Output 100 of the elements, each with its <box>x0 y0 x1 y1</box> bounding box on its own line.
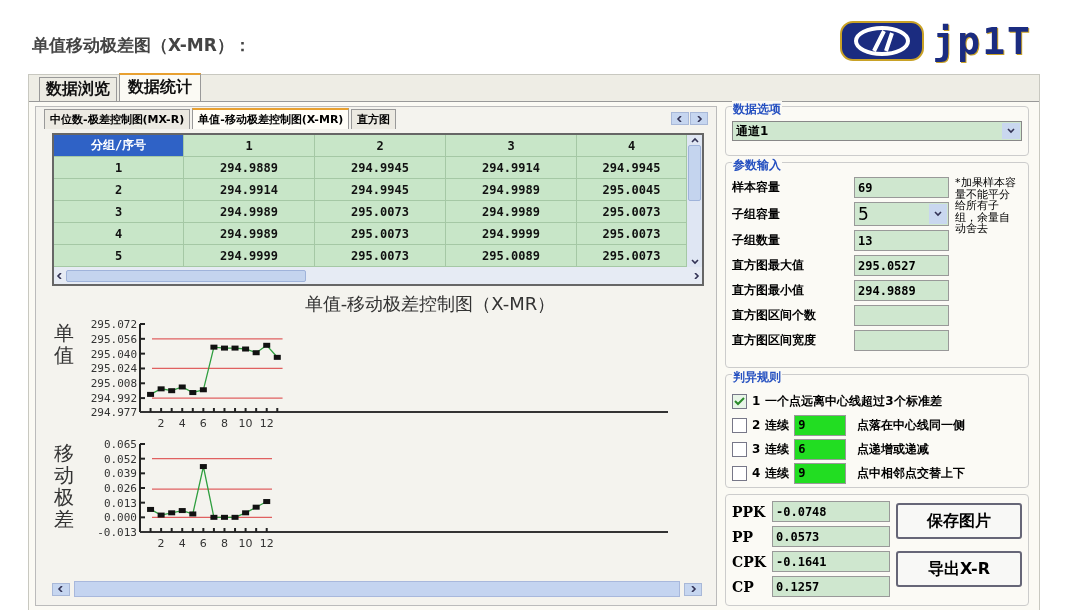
rule-text: 一个点远离中心线超过3个标准差 <box>765 392 942 410</box>
input-field[interactable]: 294.9889 <box>854 280 949 301</box>
field-label: 样本容量 <box>732 179 781 196</box>
index-label: CP <box>732 578 755 595</box>
table-cell: 294.9999 <box>184 245 315 267</box>
column-header: 1 <box>184 135 315 157</box>
tick-label: 2 <box>157 417 165 430</box>
input-field[interactable] <box>854 305 949 326</box>
note-text: *加果样本容量不能平分给所有子组，余量自动舍去 <box>954 177 1017 235</box>
output-field: 0.1257 <box>772 576 890 597</box>
table-cell: 294.9945 <box>315 157 446 179</box>
input-field[interactable]: 9 <box>794 414 847 436</box>
chevron-right-icon <box>695 115 703 122</box>
input-field[interactable]: 69 <box>854 177 949 198</box>
input-field[interactable]: 6 <box>794 438 847 460</box>
table-cell: 1 <box>54 157 184 179</box>
checkbox[interactable] <box>732 393 747 409</box>
scroll-right-button[interactable] <box>684 582 702 596</box>
data-point <box>157 386 165 392</box>
table-cell: 294.9945 <box>315 179 446 201</box>
data-point <box>199 387 207 393</box>
table-cell: 294.9914 <box>446 157 577 179</box>
action-button[interactable]: 导出X-R <box>896 551 1022 587</box>
scroll-left-button[interactable] <box>52 582 70 596</box>
table-cell: 294.9989 <box>446 179 577 201</box>
article-heading: 单值移动极差图（X-MR）： <box>32 33 251 57</box>
index-label: PPK <box>732 503 767 520</box>
data-point <box>168 388 176 394</box>
table-cell: 295.0073 <box>315 245 446 267</box>
rule-text: 点中相邻点交替上下 <box>857 464 966 482</box>
tick-label: 12 <box>259 537 274 550</box>
data-point <box>147 391 155 397</box>
tick-label: 294.992 <box>90 392 137 406</box>
tab[interactable]: 数据统计 <box>119 73 201 101</box>
tick-label: 0.065 <box>103 438 137 451</box>
tick-label: 0.052 <box>103 452 137 466</box>
chevron-right-icon <box>692 272 700 279</box>
data-point <box>263 499 271 505</box>
table-cell: 294.9999 <box>446 223 577 245</box>
index-label: PP <box>732 528 755 545</box>
tick-label: 2 <box>157 537 165 550</box>
group-title: 判异规则 <box>732 369 782 386</box>
tab[interactable]: 数据浏览 <box>39 77 117 101</box>
index-label: CPK <box>732 553 768 570</box>
chart-tab[interactable]: 单值-移动极差控制图(X-MR) <box>192 108 350 129</box>
tick-label: 295.024 <box>90 362 137 376</box>
tick-label: 6 <box>199 417 207 430</box>
vertical-scrollbar[interactable] <box>687 135 702 267</box>
table-cell: 295.0073 <box>315 201 446 223</box>
table-cell: 5 <box>54 245 184 267</box>
checkbox[interactable] <box>732 417 747 433</box>
group-title: 数据选项 <box>732 101 782 118</box>
data-point <box>178 384 186 390</box>
scroll-left-button[interactable] <box>671 112 689 125</box>
data-point <box>252 350 260 356</box>
table-cell: 4 <box>54 223 184 245</box>
data-point <box>252 504 260 510</box>
input-field[interactable]: 295.0527 <box>854 255 949 276</box>
data-point <box>242 510 250 516</box>
table-cell: 294.9989 <box>184 201 315 223</box>
column-header: 2 <box>315 135 446 157</box>
tick-label: 295.008 <box>90 377 137 391</box>
chevron-down-icon <box>1007 128 1015 134</box>
scroll-thumb[interactable] <box>688 145 701 201</box>
table-cell: 294.9989 <box>184 223 315 245</box>
tick-label: 294.977 <box>90 406 137 419</box>
chart-tab[interactable]: 中位数-极差控制图(MX-R) <box>44 109 191 129</box>
group-title: 参数输入 <box>732 157 782 174</box>
tick-label: 10 <box>238 417 253 430</box>
data-point <box>231 514 239 520</box>
rule-prefix: 连续 <box>765 440 790 458</box>
select-field[interactable]: 5 <box>854 202 949 226</box>
checkbox[interactable] <box>732 441 747 457</box>
input-field[interactable]: 13 <box>854 230 949 251</box>
logo-text: jp1T <box>932 19 1032 63</box>
tick-label: 4 <box>178 537 186 550</box>
chevron-down-icon <box>934 211 942 217</box>
rule-number: 1 <box>752 394 761 408</box>
data-point <box>168 510 176 516</box>
scroll-thumb[interactable] <box>66 269 306 282</box>
chevron-down-icon <box>690 259 699 265</box>
output-field: -0.0748 <box>772 501 890 522</box>
chart-tab[interactable]: 直方图 <box>351 109 397 129</box>
tick-label: 8 <box>221 537 228 550</box>
chevron-left-icon <box>57 586 65 592</box>
input-field[interactable] <box>854 330 949 351</box>
action-button[interactable]: 保存图片 <box>896 503 1022 539</box>
field-label: 直方图最小值 <box>732 282 805 299</box>
checkbox[interactable] <box>732 465 747 481</box>
input-field[interactable]: 9 <box>794 462 847 484</box>
scroll-thumb[interactable] <box>74 581 680 597</box>
channel-dropdown[interactable]: 通道1 <box>732 121 1022 141</box>
data-point <box>221 514 228 520</box>
data-point <box>189 511 197 517</box>
scroll-right-button[interactable] <box>690 112 708 125</box>
table-cell: 295.0073 <box>577 223 687 245</box>
tick-label: 4 <box>178 417 186 430</box>
data-point <box>147 506 155 512</box>
rule-text: 点递增或递减 <box>857 440 930 458</box>
horizontal-scrollbar[interactable] <box>54 267 702 284</box>
